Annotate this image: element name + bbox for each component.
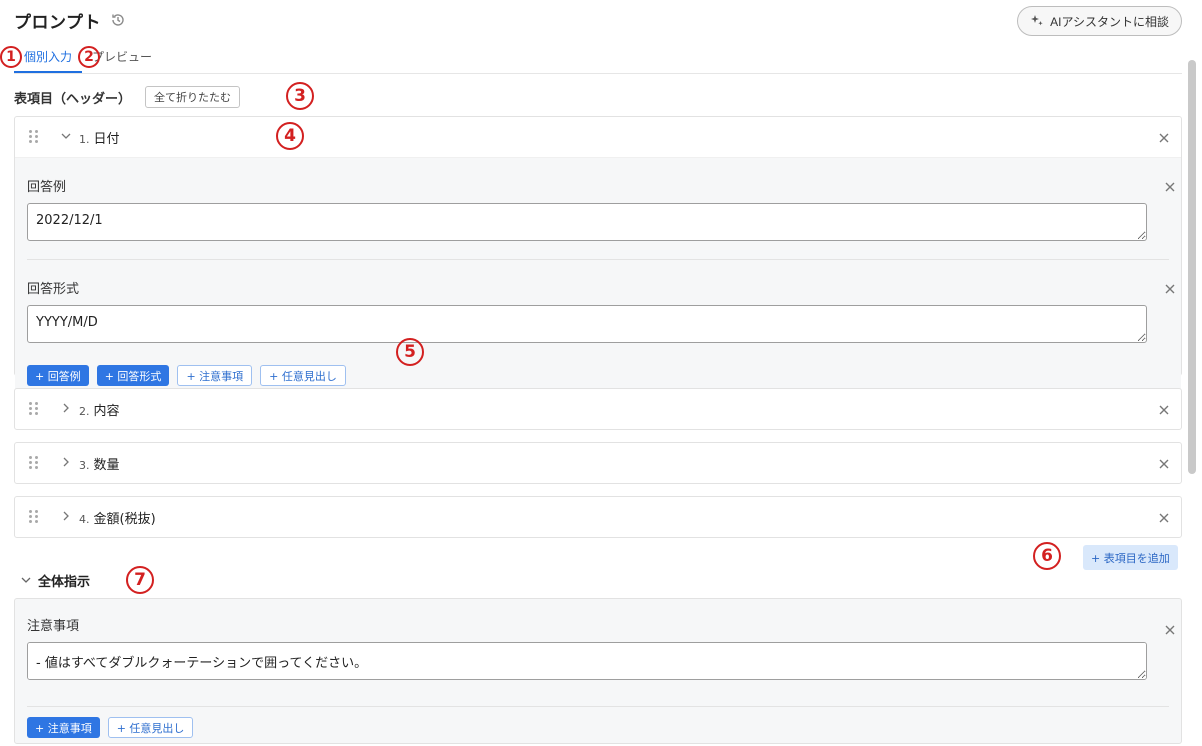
global-section-body: 注意事項 - 値はすべてダブルクォーテーションで囲ってください。 + 注意事項 … bbox=[14, 598, 1182, 744]
drag-handle-icon[interactable] bbox=[29, 456, 39, 470]
table-section-title: 表項目（ヘッダー） bbox=[14, 91, 132, 107]
item-label: 1. 日付 bbox=[79, 132, 120, 147]
drag-handle-icon[interactable] bbox=[29, 510, 39, 524]
global-caution-input[interactable]: - 値はすべてダブルクォーテーションで囲ってください。 bbox=[27, 642, 1147, 680]
close-icon[interactable] bbox=[1157, 457, 1171, 471]
drag-handle-icon[interactable] bbox=[29, 130, 39, 144]
tab-individual-input[interactable]: 個別入力 bbox=[14, 44, 83, 73]
add-optional-heading-button[interactable]: + 任意見出し bbox=[107, 717, 194, 738]
table-item-4[interactable]: 4. 金額(税抜) bbox=[14, 496, 1182, 538]
add-answer-format-button[interactable]: + 回答形式 bbox=[96, 365, 170, 386]
global-section-header[interactable]: 全体指示 bbox=[20, 570, 90, 590]
field-label: 回答例 bbox=[27, 180, 67, 195]
close-icon[interactable] bbox=[1157, 511, 1171, 525]
chevron-down-icon[interactable] bbox=[20, 574, 32, 586]
annotation-badge-2: 2 bbox=[78, 46, 100, 68]
item-label: 2. 内容 bbox=[79, 404, 120, 419]
item-body: 回答例 2022/12/1 回答形式 YYYY/M/D + 回答例 + 回答形式… bbox=[15, 157, 1181, 398]
page-title: プロンプト bbox=[14, 12, 101, 33]
table-item-2[interactable]: 2. 内容 bbox=[14, 388, 1182, 430]
tab-bar: 個別入力 プレビュー bbox=[14, 44, 1182, 74]
title-row: プロンプト bbox=[14, 8, 127, 33]
add-optional-heading-button[interactable]: + 任意見出し bbox=[260, 365, 346, 386]
answer-example-input[interactable]: 2022/12/1 bbox=[27, 203, 1147, 241]
answer-format-block: 回答形式 YYYY/M/D bbox=[27, 260, 1175, 361]
add-caution-button[interactable]: + 注意事項 bbox=[27, 717, 100, 738]
global-add-buttons: + 注意事項 + 任意見出し bbox=[27, 717, 1169, 738]
table-item-1: 1. 日付 回答例 2022/12/1 回答形式 YYYY/M/D + 回答例 +… bbox=[14, 116, 1182, 398]
item-label: 3. 数量 bbox=[79, 458, 120, 473]
add-caution-button[interactable]: + 注意事項 bbox=[177, 365, 253, 386]
scrollbar-thumb[interactable] bbox=[1188, 60, 1196, 474]
field-label: 回答形式 bbox=[27, 282, 80, 297]
chevron-right-icon[interactable] bbox=[59, 401, 73, 415]
annotation-badge-1: 1 bbox=[0, 46, 22, 68]
field-label: 注意事項 bbox=[27, 619, 80, 634]
annotation-badge-7: 7 bbox=[126, 566, 154, 594]
close-icon[interactable] bbox=[1163, 282, 1177, 296]
close-icon[interactable] bbox=[1157, 403, 1171, 417]
collapse-all-button[interactable]: 全て折りたたむ bbox=[145, 86, 241, 108]
table-section-header: 表項目（ヘッダー） 全て折りたたむ bbox=[14, 86, 241, 108]
close-icon[interactable] bbox=[1163, 623, 1177, 637]
close-icon[interactable] bbox=[1163, 180, 1177, 194]
item-header[interactable]: 1. 日付 bbox=[15, 117, 1181, 157]
item-label: 4. 金額(税抜) bbox=[79, 512, 156, 527]
answer-format-input[interactable]: YYYY/M/D bbox=[27, 305, 1147, 343]
close-icon[interactable] bbox=[1157, 131, 1171, 145]
answer-example-block: 回答例 2022/12/1 bbox=[27, 158, 1175, 260]
annotation-badge-4: 4 bbox=[276, 122, 304, 150]
sparkle-icon bbox=[1030, 14, 1044, 28]
add-field-buttons: + 回答例 + 回答形式 + 注意事項 + 任意見出し bbox=[27, 365, 1169, 386]
add-answer-example-button[interactable]: + 回答例 bbox=[27, 365, 89, 386]
table-item-3[interactable]: 3. 数量 bbox=[14, 442, 1182, 484]
ai-assistant-label: AIアシスタントに相談 bbox=[1050, 14, 1169, 29]
annotation-badge-6: 6 bbox=[1033, 542, 1061, 570]
chevron-right-icon[interactable] bbox=[59, 455, 73, 469]
drag-handle-icon[interactable] bbox=[29, 402, 39, 416]
global-caution-block: 注意事項 - 値はすべてダブルクォーテーションで囲ってください。 bbox=[27, 599, 1175, 707]
chevron-right-icon[interactable] bbox=[59, 509, 73, 523]
history-icon[interactable] bbox=[109, 11, 127, 29]
annotation-badge-5: 5 bbox=[396, 338, 424, 366]
ai-assistant-button[interactable]: AIアシスタントに相談 bbox=[1017, 6, 1182, 36]
global-section-title: 全体指示 bbox=[38, 574, 91, 590]
chevron-down-icon[interactable] bbox=[59, 129, 73, 143]
annotation-badge-3: 3 bbox=[286, 82, 314, 110]
add-table-item-button[interactable]: + 表項目を追加 bbox=[1083, 545, 1178, 570]
